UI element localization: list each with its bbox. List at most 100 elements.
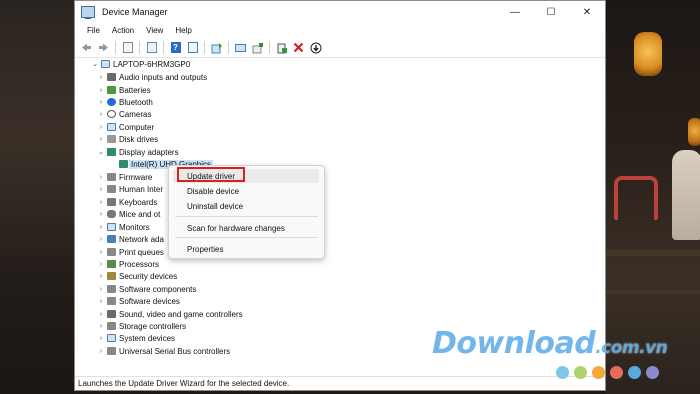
chevron-right-icon[interactable]: › <box>97 348 105 355</box>
chevron-right-icon[interactable]: › <box>97 311 105 318</box>
minimize-button[interactable]: — <box>497 1 533 23</box>
toolbar-separator <box>269 41 270 54</box>
menu-bar: File Action View Help <box>75 23 605 38</box>
tree-item-system-devices[interactable]: › System devices <box>97 332 175 344</box>
tree-item-label: Mice and ot <box>119 209 161 219</box>
chevron-right-icon[interactable]: › <box>97 298 105 305</box>
window-controls: — ☐ ✕ <box>497 1 605 23</box>
chevron-right-icon[interactable]: › <box>97 273 105 280</box>
disk-icon <box>107 135 116 143</box>
tree-item-software-devices[interactable]: › Software devices <box>97 295 180 307</box>
tree-item-software-components[interactable]: › Software components <box>97 283 197 295</box>
context-item-update-driver[interactable]: Update driver <box>187 170 235 182</box>
title-bar[interactable]: Device Manager — ☐ ✕ <box>75 1 605 23</box>
tree-item-label: Audio inputs and outputs <box>119 72 208 82</box>
tree-item-mice[interactable]: › Mice and ot <box>97 208 161 220</box>
tree-item-label: Security devices <box>119 271 178 281</box>
tree-item-cameras[interactable]: › Cameras <box>97 108 152 120</box>
chevron-right-icon[interactable]: › <box>97 335 105 342</box>
tree-item-sound-video[interactable]: › Sound, video and game controllers <box>97 308 243 320</box>
tree-item-security-devices[interactable]: › Security devices <box>97 270 177 282</box>
help-icon[interactable]: ? <box>169 41 182 54</box>
tree-item-human-interface[interactable]: › Human Inter <box>97 183 163 195</box>
chevron-right-icon[interactable]: › <box>97 186 105 193</box>
tree-item-batteries[interactable]: › Batteries <box>97 84 151 96</box>
chevron-right-icon[interactable]: › <box>97 249 105 256</box>
software-device-icon <box>107 297 116 305</box>
tree-item-computer[interactable]: › Computer <box>97 121 154 133</box>
mouse-icon <box>107 210 116 218</box>
tree-item-disk-drives[interactable]: › Disk drives <box>97 133 158 145</box>
chevron-right-icon[interactable]: › <box>97 87 105 94</box>
chevron-right-icon[interactable]: › <box>97 136 105 143</box>
chevron-right-icon[interactable]: › <box>97 236 105 243</box>
system-icon <box>107 334 116 342</box>
firmware-icon <box>107 173 116 181</box>
background-left <box>0 0 74 394</box>
lantern-image <box>688 118 700 146</box>
context-item-disable-device[interactable]: Disable device <box>187 185 239 197</box>
disable-icon[interactable] <box>309 41 322 54</box>
forward-icon[interactable] <box>97 41 110 54</box>
add-legacy-icon[interactable] <box>251 41 264 54</box>
context-item-scan-hardware[interactable]: Scan for hardware changes <box>187 222 285 234</box>
chevron-right-icon[interactable]: › <box>97 261 105 268</box>
chevron-right-icon[interactable]: › <box>97 74 105 81</box>
chevron-right-icon[interactable]: › <box>97 124 105 131</box>
tree-item-label: System devices <box>119 333 176 343</box>
toolbar-separator <box>204 41 205 54</box>
show-hidden-icon[interactable] <box>145 41 158 54</box>
tree-item-print-queues[interactable]: › Print queues <box>97 246 164 258</box>
graphics-card-icon <box>119 160 128 168</box>
chevron-right-icon[interactable]: › <box>97 211 105 218</box>
context-item-label: Scan for hardware changes <box>187 223 285 233</box>
tree-root[interactable]: ⌄ LAPTOP-6HRM3GP0 <box>91 58 190 70</box>
properties-icon[interactable] <box>121 41 134 54</box>
context-item-label: Uninstall device <box>187 201 244 211</box>
security-icon <box>107 272 116 280</box>
chevron-right-icon[interactable]: › <box>97 99 105 106</box>
tree-item-label: Print queues <box>119 247 164 257</box>
storage-icon <box>107 322 116 330</box>
menu-help[interactable]: Help <box>169 26 197 35</box>
context-item-properties[interactable]: Properties <box>187 243 223 255</box>
tree-item-audio[interactable]: › Audio inputs and outputs <box>97 71 207 83</box>
chevron-right-icon[interactable]: › <box>97 323 105 330</box>
tree-item-processors[interactable]: › Processors <box>97 258 159 270</box>
chevron-right-icon[interactable]: › <box>97 174 105 181</box>
watermark-suffix: .com.vn <box>595 338 668 358</box>
toolbar-separator <box>139 41 140 54</box>
tree-item-bluetooth[interactable]: › Bluetooth <box>97 96 153 108</box>
tree-item-keyboards[interactable]: › Keyboards <box>97 196 157 208</box>
chair-image <box>614 176 658 220</box>
add-driver-icon[interactable] <box>275 41 288 54</box>
status-bar: Launches the Update Driver Wizard for th… <box>75 376 605 390</box>
chevron-right-icon[interactable]: › <box>97 199 105 206</box>
tree-item-label: Batteries <box>119 85 151 95</box>
uninstall-icon[interactable] <box>292 41 305 54</box>
tree-root-label: LAPTOP-6HRM3GP0 <box>113 59 191 69</box>
menu-file[interactable]: File <box>81 26 106 35</box>
maximize-button[interactable]: ☐ <box>533 1 569 23</box>
close-button[interactable]: ✕ <box>569 1 605 23</box>
tree-item-firmware[interactable]: › Firmware <box>97 171 153 183</box>
chevron-right-icon[interactable]: › <box>97 286 105 293</box>
chevron-down-icon[interactable]: ⌄ <box>97 148 105 156</box>
tree-item-storage-controllers[interactable]: › Storage controllers <box>97 320 186 332</box>
context-item-uninstall-device[interactable]: Uninstall device <box>187 200 243 212</box>
tree-item-monitors[interactable]: › Monitors <box>97 221 150 233</box>
device-view-icon[interactable] <box>186 41 199 54</box>
tree-item-usb-controllers[interactable]: › Universal Serial Bus controllers <box>97 345 230 357</box>
update-driver-icon[interactable] <box>210 41 223 54</box>
chevron-right-icon[interactable]: › <box>97 111 105 118</box>
back-icon[interactable] <box>80 41 93 54</box>
window-title: Device Manager <box>102 7 168 17</box>
menu-action[interactable]: Action <box>106 26 140 35</box>
menu-view[interactable]: View <box>140 26 169 35</box>
tree-item-network-adapters[interactable]: › Network ada <box>97 233 164 245</box>
network-icon <box>107 235 116 243</box>
chevron-right-icon[interactable]: › <box>97 224 105 231</box>
chevron-down-icon[interactable]: ⌄ <box>91 60 99 68</box>
tree-item-display-adapters[interactable]: ⌄ Display adapters <box>97 146 179 158</box>
scan-hardware-icon[interactable] <box>234 41 247 54</box>
